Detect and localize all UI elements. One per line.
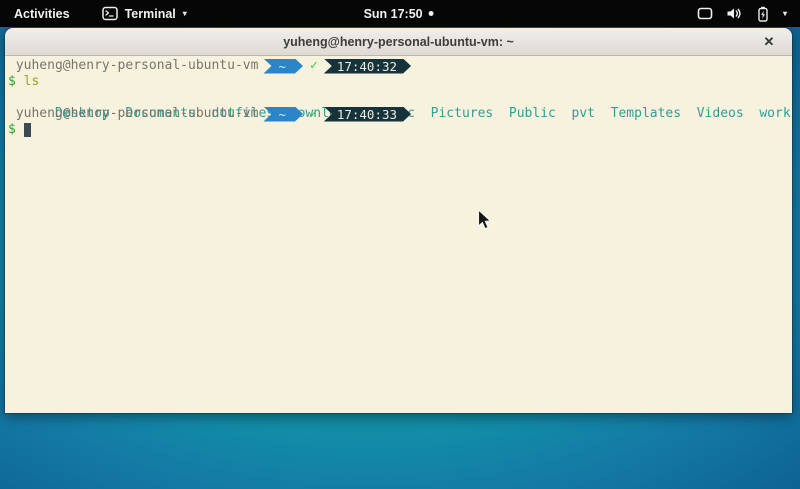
screen-share-icon [697,6,713,21]
prompt-status-ok-icon: ✓ [310,58,318,74]
prompt-user-host: yuheng@henry-personal-ubuntu-vm [16,106,259,122]
close-icon: ✕ [764,34,775,50]
activities-button[interactable]: Activities [0,0,84,27]
clock-label: Sun 17:50 [364,7,423,21]
terminal-window: yuheng@henry-personal-ubuntu-vm: ~ ✕ yuh… [5,28,792,413]
directory-entry: Public [509,106,556,121]
terminal-screen[interactable]: yuheng@henry-personal-ubuntu-vm ~ ✓ 17:4… [5,56,792,413]
chevron-down-icon: ▾ [183,10,187,18]
directory-entry: workspace [759,106,792,121]
prompt-time-segment: 17:40:32 [324,59,411,74]
prompt-cwd-segment: ~ [263,59,303,74]
directory-entry: pvt [572,106,595,121]
directory-entry: Templates [611,106,681,121]
command-line: $ ls [8,74,789,90]
command-text: ls [24,74,40,90]
top-bar: Activities Terminal ▾ Sun 17:50 [0,0,800,27]
prompt-symbol: $ [8,74,16,90]
battery-charging-icon [756,6,770,22]
terminal-app-icon [102,6,118,21]
directory-entry: Videos [697,106,744,121]
prompt-time-segment: 17:40:33 [324,107,411,122]
close-button[interactable]: ✕ [756,28,782,56]
notification-dot-icon [429,11,434,16]
app-menu-label: Terminal [125,7,176,21]
spacer [16,74,24,90]
ls-output-line: DesktopDocumentsdotfilesDownloadsMusicPi… [8,90,789,106]
volume-icon [726,6,743,21]
directory-entry: Pictures [431,106,494,121]
prompt-line: yuheng@henry-personal-ubuntu-vm ~ ✓ 17:4… [8,58,789,74]
prompt-symbol: $ [8,122,16,138]
terminal-cursor [24,123,32,137]
input-line[interactable]: $ [8,122,789,138]
prompt-status-ok-icon: ✓ [310,106,318,122]
window-title: yuheng@henry-personal-ubuntu-vm: ~ [283,35,514,49]
desktop: { "topbar": { "activities": "Activities"… [0,0,800,489]
app-menu-terminal[interactable]: Terminal ▾ [92,0,197,27]
clock-menu[interactable]: Sun 17:50 [364,0,434,27]
chevron-down-icon: ▾ [783,10,787,18]
system-tray-menu[interactable]: ▾ [684,0,800,27]
window-titlebar[interactable]: yuheng@henry-personal-ubuntu-vm: ~ ✕ [5,28,792,56]
prompt-user-host: yuheng@henry-personal-ubuntu-vm [16,58,259,74]
